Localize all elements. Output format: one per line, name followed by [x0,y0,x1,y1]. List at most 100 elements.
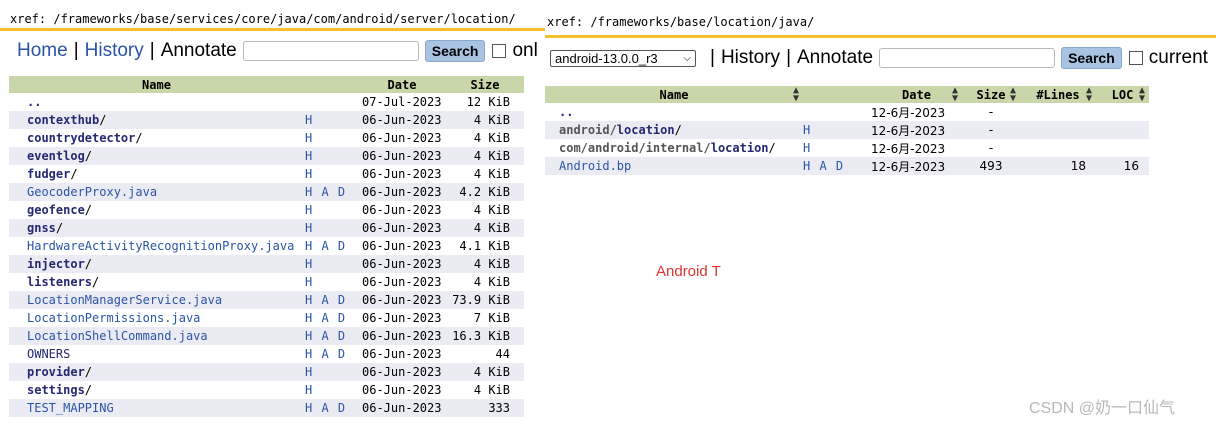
history-link[interactable]: History [85,40,144,62]
date-cell: 06-Jun-2023 [362,275,442,289]
name-cell: GeocoderProxy.java [9,183,304,201]
history-links[interactable]: H [304,219,358,237]
sort-icon[interactable]: ▲ ▼ [1139,86,1145,104]
history-links[interactable]: H A D [304,309,358,327]
history-links[interactable]: H [803,121,871,139]
size-cell: 7 KiB [473,311,510,325]
history-links[interactable]: H A D [803,157,871,175]
directory-link[interactable]: injector [27,257,85,271]
directory-link[interactable]: settings [27,383,85,397]
path-separator: / [674,123,682,137]
path-separator: / [768,141,776,155]
directory-link[interactable]: gnss [27,221,56,235]
history-links[interactable] [304,93,358,111]
col-size-header[interactable]: Size ▲ ▼ [962,86,1020,104]
loc-cell [1096,103,1149,121]
history-links[interactable]: H [304,273,358,291]
col-history-header [304,76,358,93]
only-checkbox[interactable] [492,44,507,58]
history-links[interactable]: H A D [304,237,358,255]
file-link[interactable]: GeocoderProxy.java [27,185,157,199]
directory-link[interactable]: eventlog [27,149,85,163]
col-loc-header[interactable]: LOC ▲ ▼ [1096,86,1149,104]
history-links[interactable]: H [304,363,358,381]
history-links[interactable]: H [304,111,358,129]
directory-link[interactable]: listeners [27,275,92,289]
size-cell: 4 KiB [446,111,524,129]
size-cell: 73.9 KiB [446,291,524,309]
search-button[interactable]: Search [1061,47,1122,69]
file-link[interactable]: LocationPermissions.java [27,311,200,325]
nav-bar: android-13.0.0_r3 ⌵ | History | Annotate… [550,47,1208,69]
name-cell: OWNERS [9,345,304,363]
directory-link[interactable]: countrydetector [27,131,135,145]
left-panel: xref: /frameworks/base/services/core/jav… [0,0,545,423]
search-button[interactable]: Search [424,40,486,62]
history-links[interactable]: H A D [304,399,358,417]
file-link[interactable]: Android.bp [559,159,631,173]
current-checkbox[interactable] [1128,51,1143,65]
history-links[interactable]: H A D [304,327,358,345]
file-link[interactable]: HardwareActivityRecognitionProxy.java [27,239,294,253]
annotate-link[interactable]: Annotate [161,40,237,62]
directory-link[interactable]: .. [27,95,41,109]
name-cell: .. [545,103,803,121]
history-links[interactable]: H [803,139,871,157]
directory-link[interactable]: contexthub [27,113,99,127]
history-links[interactable]: H A D [304,345,358,363]
home-link[interactable]: Home [17,40,68,62]
name-cell: geofence/ [9,201,304,219]
search-input[interactable] [879,48,1056,68]
directory-link[interactable]: location [617,123,675,137]
directory-link[interactable]: geofence [27,203,85,217]
table-row: contexthub/H 06-Jun-2023 4 KiB [9,111,524,129]
name-cell: .. [9,93,304,111]
file-link[interactable]: LocationManagerService.java [27,293,222,307]
col-date-header[interactable]: Date ▲ ▼ [871,86,962,104]
file-link[interactable]: LocationShellCommand.java [27,329,208,343]
history-links[interactable]: H A D [304,291,358,309]
table-row: .. 12-6月-2023 - [545,103,1149,121]
path-separator: / [84,149,93,163]
col-size-header[interactable]: Size [446,76,524,93]
table-row: OWNERS H A D 06-Jun-2023 44 [9,345,524,363]
size-cell: 333 [446,399,524,417]
history-links[interactable] [803,103,871,121]
history-links[interactable]: H [304,255,358,273]
history-links[interactable]: H A D [304,183,358,201]
path-prefix[interactable]: android/ [559,123,617,137]
file-link[interactable]: OWNERS [27,347,70,361]
history-links[interactable]: H [304,129,358,147]
directory-link[interactable]: provider [27,365,85,379]
history-links[interactable]: H [304,147,358,165]
col-name-header[interactable]: Name [9,76,304,93]
col-lines-header[interactable]: #Lines ▲ ▼ [1020,86,1096,104]
android-t-annotation: Android T [656,263,721,280]
history-links[interactable]: H [304,381,358,399]
annotate-link[interactable]: Annotate [797,47,873,69]
history-links[interactable]: H [304,165,358,183]
directory-link[interactable]: location [711,141,769,155]
directory-listing: Name Date Size .. 07-Jul-2023 12 KiB contex… [9,76,524,417]
path-separator: / [84,365,93,379]
history-link[interactable]: History [721,47,780,69]
col-name-header[interactable]: Name ▲ ▼ [545,86,803,104]
table-row: geofence/H 06-Jun-2023 4 KiB [9,201,524,219]
file-link[interactable]: TEST_MAPPING [27,401,114,415]
table-row: com/android/internal/location/H 12-6月-202… [545,139,1149,157]
date-cell: 12-6月-2023 [871,157,962,175]
directory-link[interactable]: fudger [27,167,70,181]
directory-link[interactable]: .. [559,105,573,119]
sort-icon[interactable]: ▲ ▼ [793,86,799,104]
col-date-header[interactable]: Date [358,76,446,93]
path-prefix[interactable]: com/android/internal/ [559,141,711,155]
chevron-down-icon: ⌵ [683,52,691,64]
version-select[interactable]: android-13.0.0_r3 ⌵ [550,49,696,67]
search-input[interactable] [242,41,419,61]
right-panel: xref: /frameworks/base/location/java/ an… [545,0,1216,423]
sort-icon[interactable]: ▲ ▼ [1010,86,1016,104]
sort-icon[interactable]: ▲ ▼ [952,86,958,104]
history-links[interactable]: H [304,201,358,219]
date-cell: 07-Jul-2023 [362,95,442,109]
sort-icon[interactable]: ▲ ▼ [1086,86,1092,104]
